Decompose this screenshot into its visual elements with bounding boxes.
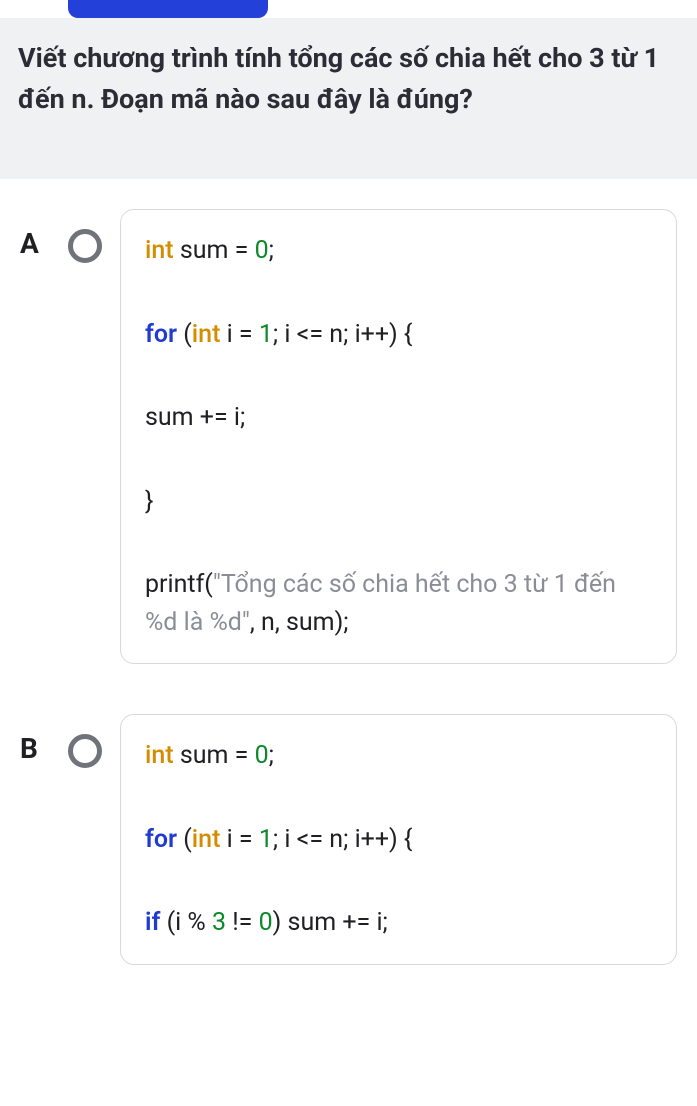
code-token: !=	[226, 908, 259, 937]
code-token: ;	[269, 741, 274, 770]
radio-button[interactable]	[68, 229, 102, 263]
top-bar	[0, 0, 697, 18]
code-token: "Tổng các số chia hết cho 3 từ 1 đến %d …	[145, 570, 616, 637]
code-token: 3	[212, 908, 226, 937]
code-line: sum += i;	[145, 399, 652, 437]
code-token: i =	[220, 825, 258, 854]
code-line: for (int i = 1; i <= n; i++) {	[145, 821, 652, 859]
code-line: int sum = 0;	[145, 232, 652, 270]
code-token: int	[145, 236, 174, 265]
code-token: }	[145, 487, 153, 516]
code-token: 0	[259, 908, 273, 937]
answer-row: Bint sum = 0;for (int i = 1; i <= n; i++…	[20, 714, 677, 965]
code-line: for (int i = 1; i <= n; i++) {	[145, 316, 652, 354]
code-token: int	[192, 825, 221, 854]
code-token: 0	[255, 236, 269, 265]
blue-pill-button[interactable]	[68, 0, 268, 18]
code-token: int	[192, 320, 221, 349]
code-token: ; i <= n; i++) {	[273, 825, 413, 854]
radio-wrap	[68, 714, 102, 768]
radio-wrap	[68, 209, 102, 263]
code-token: 1	[259, 320, 273, 349]
question-text: Viết chương trình tính tổng các số chia …	[18, 38, 679, 119]
code-token: sum =	[174, 236, 255, 265]
code-token: printf(	[145, 570, 213, 599]
code-token: 0	[255, 741, 269, 770]
code-line: printf("Tổng các số chia hết cho 3 từ 1 …	[145, 566, 652, 641]
code-token: if	[145, 908, 160, 937]
answer-letter: A	[20, 209, 50, 260]
code-token: for	[145, 825, 177, 854]
answer-row: Aint sum = 0;for (int i = 1; i <= n; i++…	[20, 209, 677, 664]
answer-letter: B	[20, 714, 50, 765]
code-token: ; i <= n; i++) {	[273, 320, 413, 349]
answers-list: Aint sum = 0;for (int i = 1; i <= n; i++…	[0, 179, 697, 1035]
code-token: sum =	[174, 741, 255, 770]
code-token: (	[177, 320, 192, 349]
question-block: Viết chương trình tính tổng các số chia …	[0, 18, 697, 179]
radio-button[interactable]	[68, 734, 102, 768]
code-token: ) sum += i;	[273, 908, 388, 937]
code-token: for	[145, 320, 177, 349]
code-line: int sum = 0;	[145, 737, 652, 775]
code-token: (i %	[160, 908, 212, 937]
code-card[interactable]: int sum = 0;for (int i = 1; i <= n; i++)…	[120, 209, 677, 664]
code-token: (	[177, 825, 192, 854]
code-card[interactable]: int sum = 0;for (int i = 1; i <= n; i++)…	[120, 714, 677, 965]
code-token: i =	[220, 320, 258, 349]
code-token: 1	[259, 825, 273, 854]
code-token: , n, sum);	[250, 608, 349, 637]
code-token: sum += i;	[145, 403, 245, 432]
code-line: if (i % 3 != 0) sum += i;	[145, 904, 652, 942]
code-line: }	[145, 483, 652, 521]
code-token: int	[145, 741, 174, 770]
code-token: ;	[269, 236, 274, 265]
